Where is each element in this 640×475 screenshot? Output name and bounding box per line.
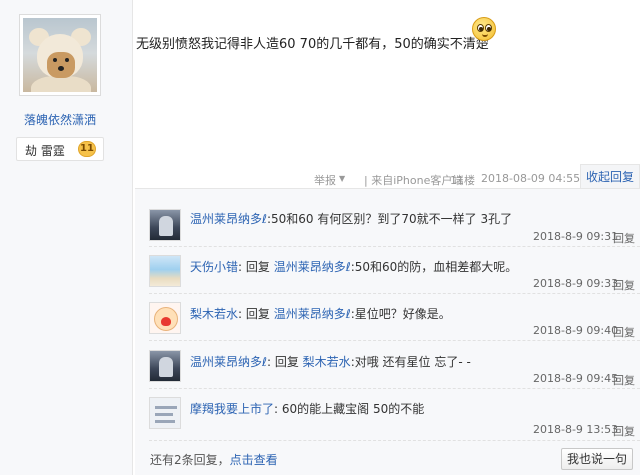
reply-content: :50和60 有何区别？到了70就不一样了 3孔了 <box>266 212 513 226</box>
dog-avatar-icon <box>23 18 97 92</box>
badge-level-icon: 11 <box>78 141 96 157</box>
author-name-link[interactable]: 落魄依然潇洒 <box>0 111 120 128</box>
reply-content: :50和60的防，血相差都大呢。 <box>350 260 518 274</box>
reply-prefix: : 回复 <box>266 355 303 369</box>
post-content: 无级别愤怒我记得非人造60 70的几千都有，50的确实不清楚 <box>136 37 489 52</box>
reply-target-link[interactable]: 梨木若水 <box>303 355 351 369</box>
reply-username-link[interactable]: 摩羯我要上市了 <box>190 402 274 416</box>
reply-divider <box>149 440 640 441</box>
post-timestamp: 2018-08-09 04:55 <box>481 172 581 185</box>
reply-prefix: : 回复 <box>238 260 274 274</box>
user-avatar[interactable] <box>149 209 181 241</box>
reply-text-line: 天伤小错: 回复 温州莱昂纳多ℓ:50和60的防，血相差都大呢。 <box>190 258 517 275</box>
reply-divider <box>149 388 640 389</box>
reply-target-link[interactable]: 温州莱昂纳多 <box>274 260 346 274</box>
reply-button[interactable]: 回复 <box>613 230 635 246</box>
reply-button[interactable]: 回复 <box>613 277 635 293</box>
reply-button[interactable]: 回复 <box>613 423 635 439</box>
reply-content: :星位吧？好像是。 <box>350 307 451 321</box>
badge-label: 劫 雷霆 <box>25 144 65 158</box>
member-badge[interactable]: 劫 雷霆 11 <box>16 137 104 161</box>
reply-timestamp: 2018-8-9 09:33 <box>533 277 619 290</box>
shy-face-emoji-icon <box>472 17 496 41</box>
user-avatar[interactable] <box>149 350 181 382</box>
reply-text-line: 温州莱昂纳多ℓ:50和60 有何区别？到了70就不一样了 3孔了 <box>190 210 512 227</box>
add-comment-button[interactable]: 我也说一句 <box>561 448 633 470</box>
reply-content: : 60的能上藏宝阁 50的不能 <box>274 402 425 416</box>
reply-username-link[interactable]: 温州莱昂纳多 <box>190 212 262 226</box>
reply-content: :对哦 还有星位 忘了- - <box>350 355 471 369</box>
reply-text-line: 温州莱昂纳多ℓ: 回复 梨木若水:对哦 还有星位 忘了- - <box>190 353 471 370</box>
reply-list: 温州莱昂纳多ℓ:50和60 有何区别？到了70就不一样了 3孔了 2018-8-… <box>135 188 640 475</box>
reply-timestamp: 2018-8-9 13:53 <box>533 423 619 436</box>
floor-number: 11楼 <box>450 174 475 187</box>
more-replies-line: 还有2条回复，点击查看 <box>150 451 278 468</box>
reply-timestamp: 2018-8-9 09:31 <box>533 230 619 243</box>
reply-username-link[interactable]: 梨木若水 <box>190 307 238 321</box>
reply-button[interactable]: 回复 <box>613 324 635 340</box>
reply-button[interactable]: 回复 <box>613 372 635 388</box>
reply-prefix: : 回复 <box>238 307 274 321</box>
reply-timestamp: 2018-8-9 09:45 <box>533 372 619 385</box>
reply-text-line: 梨木若水: 回复 温州莱昂纳多ℓ:星位吧？好像是。 <box>190 305 451 322</box>
reply-divider <box>149 340 640 341</box>
collapse-replies-button[interactable]: 收起回复 <box>580 164 640 188</box>
view-more-link[interactable]: 点击查看 <box>230 453 278 467</box>
reply-username-link[interactable]: 温州莱昂纳多 <box>190 355 262 369</box>
reply-text-line: 摩羯我要上市了: 60的能上藏宝阁 50的不能 <box>190 400 424 417</box>
more-replies-count: 还有2条回复， <box>150 453 230 467</box>
author-avatar[interactable] <box>19 14 101 96</box>
report-link[interactable]: 举报 <box>314 172 336 188</box>
user-avatar[interactable] <box>149 397 181 429</box>
reply-divider <box>149 293 640 294</box>
reply-divider <box>149 246 640 247</box>
client-source: | 来自iPhone客户端 <box>364 174 464 187</box>
author-sidebar: 落魄依然潇洒 劫 雷霆 11 <box>0 0 133 475</box>
user-avatar[interactable] <box>149 302 181 334</box>
chevron-down-icon[interactable]: ▼ <box>339 174 345 183</box>
reply-username-link[interactable]: 天伤小错 <box>190 260 238 274</box>
reply-timestamp: 2018-8-9 09:40 <box>533 324 619 337</box>
reply-target-link[interactable]: 温州莱昂纳多 <box>274 307 346 321</box>
user-avatar[interactable] <box>149 255 181 287</box>
